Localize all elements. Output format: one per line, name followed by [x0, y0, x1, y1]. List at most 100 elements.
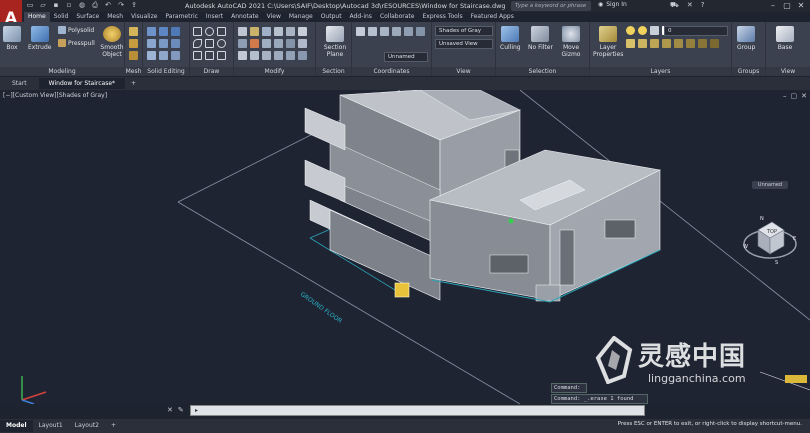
3d-array-icon[interactable] [286, 51, 295, 60]
ucs-object-icon[interactable] [404, 27, 413, 36]
rotate-icon[interactable] [250, 27, 259, 36]
tab-express-tools[interactable]: Express Tools [418, 12, 466, 22]
doc-tab-start[interactable]: Start [2, 78, 37, 89]
command-input[interactable] [200, 406, 644, 415]
3d-rotate-icon[interactable] [250, 51, 259, 60]
redo-icon[interactable]: ↷ [117, 1, 125, 9]
named-view-combo[interactable]: Unsaved View [435, 39, 493, 49]
tab-featured-apps[interactable]: Featured Apps [467, 12, 518, 22]
layer-isolate-icon[interactable] [650, 39, 659, 48]
spline-icon[interactable] [205, 51, 214, 60]
copy-icon[interactable] [274, 27, 283, 36]
help-icon[interactable]: ? [701, 1, 705, 10]
imprint-icon[interactable] [159, 51, 168, 60]
close-icon[interactable]: ✕ [794, 0, 808, 12]
layer-match-icon[interactable] [626, 39, 635, 48]
fillet-icon[interactable] [298, 27, 307, 36]
mesh-crease-icon[interactable] [129, 51, 138, 60]
compass-south[interactable]: S [775, 260, 778, 266]
layer-freeze-all-icon[interactable] [686, 39, 695, 48]
layout-tab-layout1[interactable]: Layout1 [33, 420, 69, 432]
maximize-icon[interactable]: ▢ [780, 0, 794, 12]
ucs-face-icon[interactable] [416, 27, 425, 36]
gizmo-center[interactable] [508, 218, 514, 224]
mirror-icon[interactable] [286, 27, 295, 36]
tab-manage[interactable]: Manage [285, 12, 317, 22]
search-input[interactable]: Type a keyword or phrase [511, 1, 591, 11]
undo-icon[interactable]: ↶ [104, 1, 112, 9]
erase-icon[interactable] [250, 39, 259, 48]
tab-add-ins[interactable]: Add-ins [346, 12, 376, 22]
plot-icon[interactable]: ⎙ [91, 1, 99, 9]
layer-unisolate-icon[interactable] [662, 39, 671, 48]
tab-surface[interactable]: Surface [72, 12, 103, 22]
layer-on-icon[interactable] [626, 26, 635, 35]
extract-edges-icon[interactable] [147, 51, 156, 60]
viewport-close-icon[interactable]: ✕ [801, 92, 807, 100]
interfere-icon[interactable] [171, 39, 180, 48]
viewport-restore-icon[interactable]: ▢ [791, 92, 798, 100]
tab-collaborate[interactable]: Collaborate [376, 12, 419, 22]
explode-icon[interactable] [298, 39, 307, 48]
thicken-icon[interactable] [159, 39, 168, 48]
command-line[interactable]: ▸ [190, 405, 645, 416]
viewcube[interactable]: TOP N S E W [740, 210, 800, 280]
polyline-icon[interactable] [205, 39, 214, 48]
web-icon[interactable]: ◍ [78, 1, 86, 9]
array-icon[interactable] [274, 39, 283, 48]
ucs-view-icon[interactable] [392, 27, 401, 36]
tab-annotate[interactable]: Annotate [227, 12, 262, 22]
share-icon[interactable]: ⇪ [130, 1, 138, 9]
extrude-button[interactable]: Extrude [28, 26, 51, 51]
cart-icon[interactable]: ⛟ [670, 1, 679, 10]
layer-current-icon[interactable] [710, 39, 719, 48]
tab-view[interactable]: View [263, 12, 285, 22]
circle-icon[interactable] [205, 27, 214, 36]
viewport-controls-label[interactable]: [−][Custom View][Shades of Gray] [3, 92, 107, 99]
save-icon[interactable]: ▪ [52, 1, 60, 9]
arc-icon[interactable] [193, 39, 202, 48]
move-gizmo-button[interactable]: Move Gizmo [560, 26, 582, 58]
tab-mesh[interactable]: Mesh [103, 12, 127, 22]
offset-icon[interactable] [286, 39, 295, 48]
compass-east[interactable]: E [793, 236, 796, 242]
mesh-smooth-icon[interactable] [129, 27, 138, 36]
new-icon[interactable]: ▭ [26, 1, 34, 9]
region-icon[interactable] [217, 51, 226, 60]
subtract-icon[interactable] [159, 27, 168, 36]
layer-properties-button[interactable]: Layer Properties [593, 26, 623, 58]
compass-north[interactable]: N [760, 216, 764, 222]
tab-solid[interactable]: Solid [50, 12, 73, 22]
ellipse-icon[interactable] [217, 39, 226, 48]
tab-home[interactable]: Home [24, 12, 50, 22]
group-button[interactable]: Group [737, 26, 755, 51]
base-button[interactable]: Base [776, 26, 794, 51]
hatch-icon[interactable] [193, 51, 202, 60]
stretch-icon[interactable] [238, 39, 247, 48]
move-icon[interactable] [238, 27, 247, 36]
ucs-combo[interactable]: Unnamed [384, 52, 428, 62]
intersect-icon[interactable] [171, 27, 180, 36]
compass-west[interactable]: W [743, 244, 748, 250]
ucs-icon[interactable] [356, 27, 365, 36]
command-customize-icon[interactable]: ✎ [178, 406, 184, 414]
3d-mirror-icon[interactable] [274, 51, 283, 60]
save-as-icon[interactable]: ▫ [65, 1, 73, 9]
union-icon[interactable] [147, 27, 156, 36]
tab-output[interactable]: Output [317, 12, 346, 22]
command-close-icon[interactable]: ✕ [167, 406, 173, 414]
add-layout-icon[interactable]: + [105, 420, 122, 432]
scale-icon[interactable] [262, 39, 271, 48]
layout-tab-layout2[interactable]: Layout2 [69, 420, 105, 432]
culling-button[interactable]: Culling [500, 26, 521, 51]
line-icon[interactable] [193, 27, 202, 36]
trim-icon[interactable] [262, 27, 271, 36]
layer-previous-icon[interactable] [638, 39, 647, 48]
visual-style-combo[interactable]: Shades of Gray [435, 26, 493, 36]
minimize-icon[interactable]: – [766, 0, 780, 12]
no-filter-button[interactable]: No Filter [528, 26, 553, 51]
ucs-origin-icon[interactable] [380, 27, 389, 36]
layer-combo[interactable]: 0 [664, 26, 728, 36]
slice-icon[interactable] [147, 39, 156, 48]
layout-tab-model[interactable]: Model [0, 420, 33, 432]
